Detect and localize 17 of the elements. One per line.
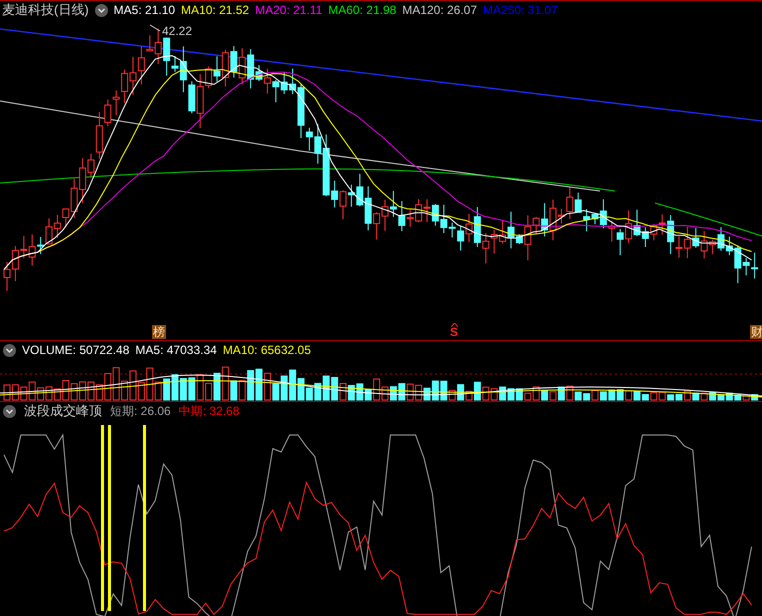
indicator-title: 波段成交峰顶	[24, 402, 102, 420]
ma-value: MA20: 21.11	[255, 2, 322, 19]
period-label: (日线)	[54, 1, 89, 20]
volume-value: VOLUME: 50722.48	[22, 342, 130, 359]
price-label: 42.22	[162, 24, 192, 38]
stock-name: 麦迪科技	[2, 1, 54, 20]
ma-value: MA60: 21.98	[328, 2, 396, 19]
indicator-value: 中期: 32.68	[178, 403, 240, 420]
ma-value: MA250: 31.07	[483, 2, 558, 19]
signal-mark: S	[450, 323, 458, 338]
ma-value: MA10: 21.52	[181, 2, 250, 19]
indicator-value: 短期: 26.06	[110, 403, 171, 420]
tag-label: 榜	[152, 325, 166, 339]
ma-value: MA10: 65632.05	[222, 342, 311, 359]
ma-value: MA5: 47033.34	[135, 342, 217, 359]
ma-value: MA120: 26.07	[402, 2, 478, 19]
ma-value: MA5: 21.10	[114, 2, 176, 19]
